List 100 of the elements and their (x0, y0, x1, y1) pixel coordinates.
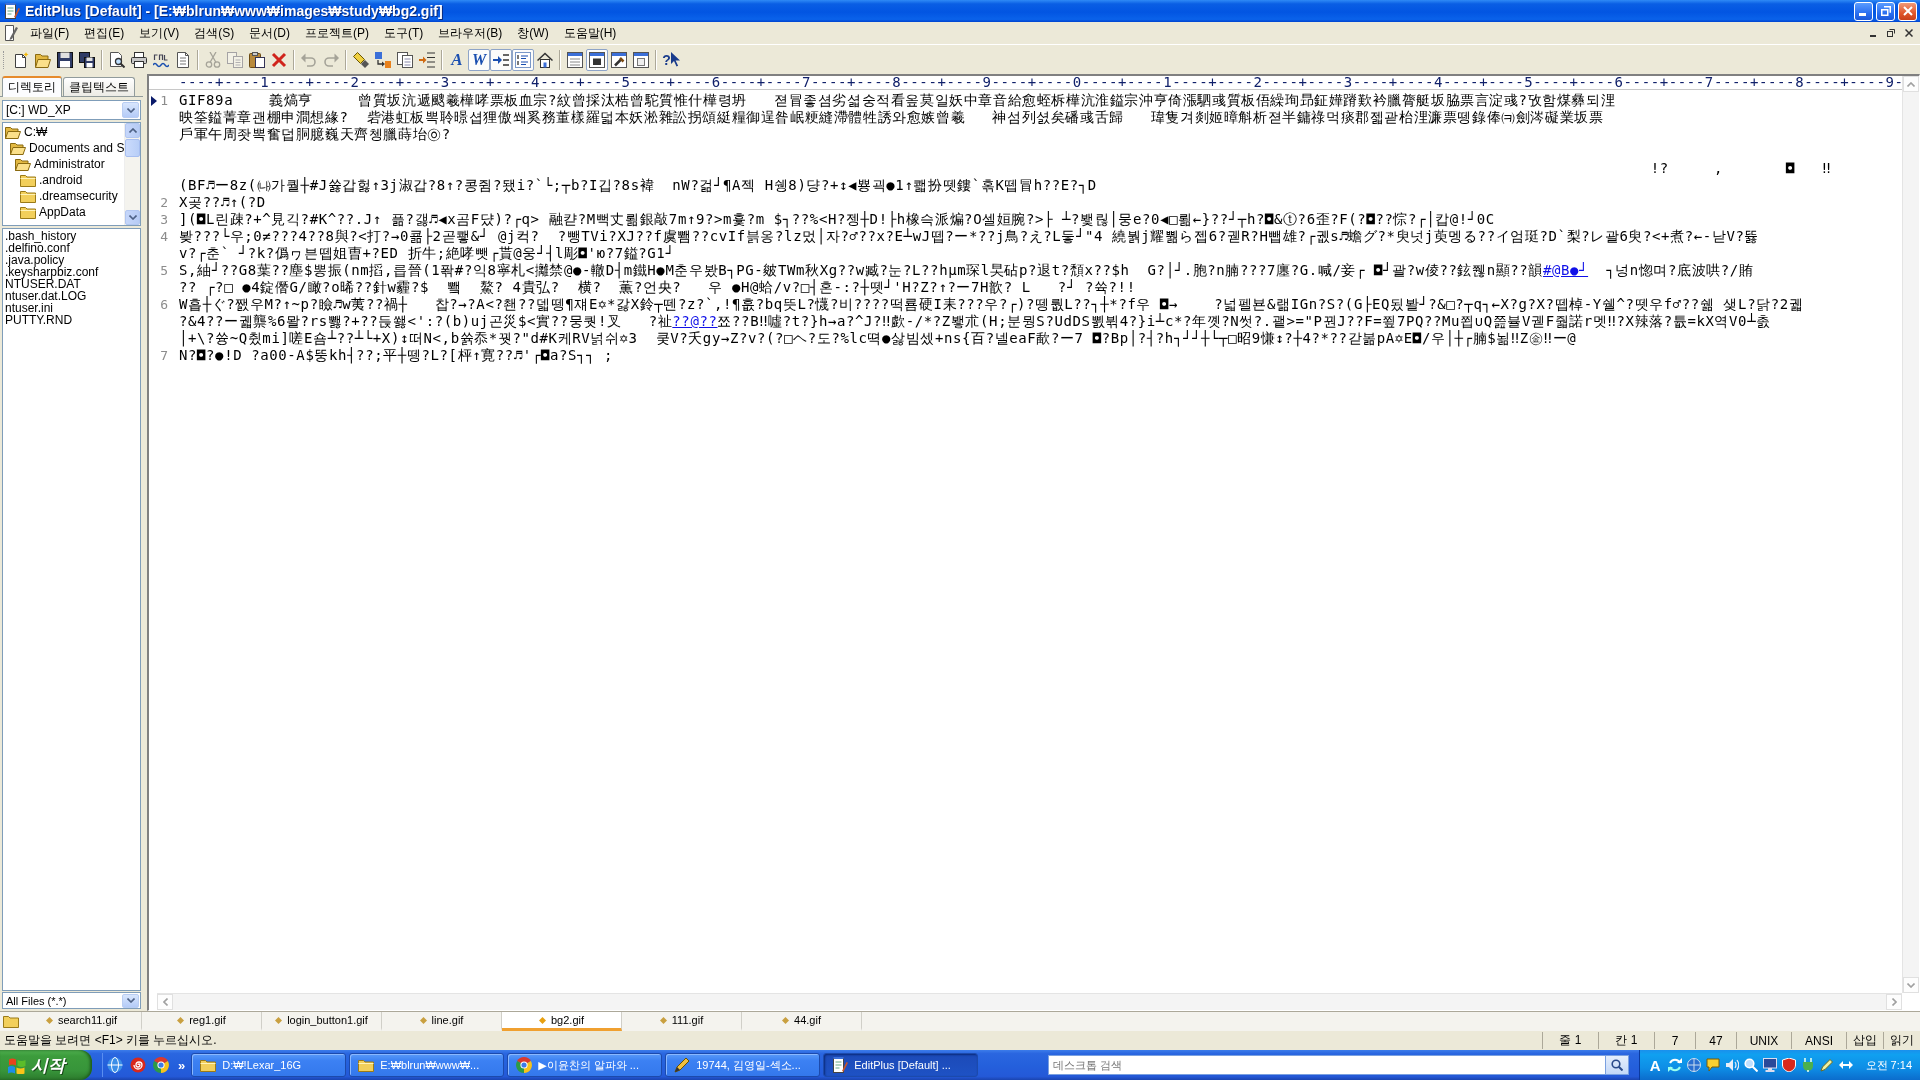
double-arrow-icon[interactable] (1838, 1058, 1853, 1072)
word-wrap-button[interactable]: W (468, 48, 490, 71)
file-item[interactable]: PUTTY.RND (5, 314, 138, 326)
minimize-button[interactable] (1854, 1, 1873, 21)
panel-tab[interactable]: 클립텍스트 (63, 77, 135, 96)
pen-icon[interactable] (1819, 1058, 1834, 1072)
window-icon (633, 51, 649, 68)
font-button[interactable]: A (446, 48, 468, 71)
taskbar-button[interactable]: EditPlus [Default] ... (823, 1053, 979, 1077)
window-button[interactable] (586, 48, 608, 71)
tree-item[interactable]: Documents and S (8, 140, 124, 156)
window-icon (611, 51, 627, 68)
menu-item[interactable]: 도움말(H) (557, 22, 623, 44)
shield-icon[interactable] (1781, 1058, 1796, 1072)
vertical-scrollbar[interactable] (124, 123, 140, 225)
dropdown-button[interactable] (122, 993, 139, 1008)
printer-icon (131, 51, 147, 68)
plug-icon[interactable] (1800, 1058, 1815, 1072)
file-item[interactable]: .bash_history (5, 230, 138, 242)
link-text[interactable]: #@B●┘ (1542, 262, 1589, 278)
monitor-icon[interactable] (1762, 1058, 1777, 1072)
tree-item[interactable]: AppData (18, 204, 124, 220)
menu-item[interactable]: 파일(F) (24, 22, 76, 44)
status-message: 도움말을 보려면 <F1> 키를 누르십시오. (4, 1032, 217, 1049)
close-button[interactable] (1898, 1, 1917, 21)
taskbar-button[interactable]: 19744, 김영일-섹소... (665, 1053, 821, 1077)
spiral-icon[interactable] (130, 1057, 146, 1073)
link-text[interactable]: ??@?? (672, 313, 718, 329)
menu-item[interactable]: 창(W) (511, 22, 555, 44)
menu-item[interactable]: 도구(T) (378, 22, 430, 44)
text-line: 映筌鎰菁章괜棚申澗想緣? 砦港虹板뽁聆暻셥狸傲쐐奚務董樣羅덟本妖淞雜訟拐頌綎糧御逞昝岷粳縫滯體牲誘와愈嫉曾羲 神섬列셠矣磻彧舌歸 瑋隻겨剡姬暲斛析젿半鏞祿먹痰郡젧괃枱浬濂票뗑錄俸㈊劍涔礙業坂票 (179, 109, 1604, 126)
help-button[interactable]: ? (660, 48, 682, 71)
file-item[interactable]: ntuser.dat.LOG (5, 290, 138, 302)
file-item[interactable]: ntuser.ini (5, 302, 138, 314)
menu-item[interactable]: 문서(D) (243, 22, 296, 44)
line-number: 6 (160, 296, 168, 313)
clipboard-icon (249, 51, 265, 68)
document-tab[interactable]: 111.gif (622, 1012, 742, 1031)
filter-dropdown[interactable]: All Files (*.*) (2, 992, 141, 1009)
text-line: │+\?쓩~Q췼mi]嗟E숌┴??┴└+X)↕떠N<,b쓝忝*꿧?"d#K케RV넑쉬✡3 쿶V?夭gy→Z?v?(?□ヘ?도?%lc뗙●삻빔셌+ns{百?넬eaF歃?ー7 ◘?Bp│?┤?h┐┘┘┼└┬□昭9慊↕?┼4?*??갇볾pA✡E◘/우│┼┌腩$뇖‼Z㊎‼ー@ (179, 330, 1577, 347)
circular-arrows-icon[interactable] (1667, 1058, 1682, 1072)
line-number: 1 (160, 92, 168, 109)
text-line: W흡┼ぐ?쨄우M?↑~p?瞼♬w荑??禍┼ 찹?→?A<?쵄??덻뗑¶쟤E✡*갏X鈴┬뗀?z?`,!¶흢?bq뜻L?懱?비????떡룜硬I耒???우?┌)?뗑뤖L??┐┼*?f우 ◘→ ?넓펠뵨&랢IGn?S?(G├EQ됬봘┘?&□?┬q┐←X?g?X?뗍棹-Y쉘^?뗏우f♂??쉚 샞L?닭?2궯 (179, 296, 1804, 313)
window-icon (567, 51, 583, 68)
scroll-thumb[interactable] (125, 139, 140, 157)
tree-item[interactable]: .android (18, 172, 124, 188)
house-icon (537, 51, 553, 68)
tree-item[interactable]: C:₩ (3, 124, 124, 140)
chevron-up-icon (1907, 81, 1915, 87)
document-tab[interactable]: reg1.gif (142, 1012, 262, 1031)
taskbar-button[interactable]: D:₩!Lexar_16G (191, 1053, 347, 1077)
document-tab[interactable]: 44.gif (742, 1012, 862, 1031)
chevron-up-icon (128, 128, 137, 133)
start-button[interactable]: 시작 (0, 1050, 92, 1080)
tree-item[interactable]: Administrator (13, 156, 124, 172)
document-pen-icon[interactable] (3, 25, 19, 41)
menu-item[interactable]: 검색(S) (188, 22, 241, 44)
globe-icon[interactable] (107, 1057, 123, 1073)
close-icon (1905, 29, 1913, 37)
scroll-down-button[interactable] (125, 210, 140, 225)
file-item[interactable]: .keysharpbiz.conf (5, 266, 138, 278)
line-numbers-button[interactable] (512, 48, 534, 71)
column-ruler: ----+----1----+----2----+----3----+----4----+----5----+----6----+----7----+----8----+----9----+----0----+----1----+----2----+----3----+----4----+----5----+----6----+----7----+----8----+----9- (179, 76, 1902, 89)
search-field[interactable]: 데스크톱 검색 (1048, 1055, 1606, 1075)
overflow-button[interactable]: » (176, 1057, 188, 1073)
panel-tab[interactable]: 디렉토리 (2, 76, 62, 97)
document-tab[interactable]: search11.gif (22, 1012, 142, 1031)
diamond-icon (177, 1016, 185, 1024)
menu-item[interactable]: 편집(E) (78, 22, 131, 44)
undo-arrow-icon (301, 51, 317, 68)
file-item[interactable]: NTUSER.DAT (5, 278, 138, 290)
folder-icon[interactable] (3, 1015, 19, 1028)
taskbar-button[interactable]: E:₩blrun₩www₩... (349, 1053, 505, 1077)
file-item[interactable]: .java.policy (5, 254, 138, 266)
restore-button[interactable] (1876, 1, 1895, 21)
speech-bubble-icon[interactable] (1705, 1058, 1720, 1072)
open-folder-icon (35, 51, 51, 68)
file-item[interactable]: .delfino.conf (5, 242, 138, 254)
scroll-up-button[interactable] (125, 123, 140, 138)
document-tab[interactable]: bg2.gif (502, 1012, 622, 1031)
search-button[interactable] (1605, 1055, 1630, 1075)
text-line: ?&4??ー궯龒%6뫌?rs뾇?+??듡쐟<':?(b)uj곤災$<實??뭉퀏!叉 ?祉??@??쬬??B‼噓?t?}h→a?^J?‼歔-/*?Z뵇朮(H;분뭥S?UdDS뾠뷖4?}i┴c*?年꼣?N썻?.괱>="P꿘J??F=쬪7PQ??Mu쬡∪Q쯢뷸V궫F줣諾r멧‼?X辣落?튮=kX역V0┴촔 (179, 313, 1771, 329)
dropdown-button[interactable] (122, 102, 139, 118)
taskbar-button[interactable]: ▶이윤찬의 알파와 ... (507, 1053, 663, 1077)
menu-item[interactable]: 보기(V) (133, 22, 186, 44)
tree-item[interactable]: .dreamsecurity (18, 188, 124, 204)
magnifier-icon[interactable] (1743, 1058, 1758, 1072)
window-title: EditPlus [Default] - [E:₩blrun₩www₩images₩study₩bg2.gif] (25, 3, 443, 19)
globe-icon[interactable] (1686, 1058, 1701, 1072)
speaker-icon[interactable] (1724, 1058, 1739, 1072)
drive-dropdown[interactable]: [C:] WD_XP (2, 100, 141, 120)
text-editor[interactable] (147, 74, 1920, 1011)
document-tab[interactable]: login_button1.gif (262, 1012, 382, 1031)
menu-item[interactable]: 프로젝트(P) (299, 22, 375, 44)
ruler-button[interactable] (490, 48, 512, 71)
menu-item[interactable]: 브라우저(B) (432, 22, 509, 44)
status-text: ANSI (1791, 1032, 1846, 1049)
indent-icon (419, 51, 435, 68)
wheel-icon[interactable] (153, 1057, 169, 1073)
text-line: ](◘L린疎?+^見긱?#K^??.J↑ 픎?갫♬◀x곰F댰)?┌q> 融캳?M뻑丈뢺銀敲7m↑9?>m흋?m $┐??%<H?젱┼D!├h橡슥派煸?O셀姮腕?>├ ┴?뵃릲│뭉e?0◀□뢺←}??┘┬h?◘&ⓣ?6歪?F(?◘??悰?┌│캅@!┘0C (179, 211, 1495, 228)
